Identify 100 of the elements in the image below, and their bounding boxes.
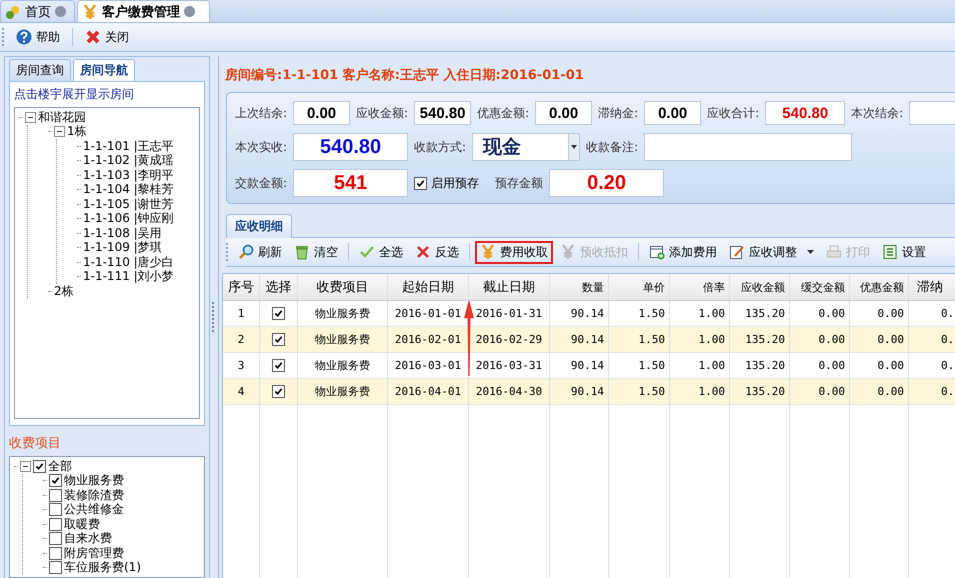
table-cell: 0.00 bbox=[878, 385, 904, 398]
expander-icon[interactable] bbox=[54, 126, 65, 138]
amount-field[interactable]: 540.80 bbox=[765, 101, 846, 125]
yen-icon bbox=[82, 4, 98, 20]
checkbox[interactable] bbox=[49, 561, 62, 574]
toolbar-button[interactable]: 添加费用 bbox=[644, 240, 722, 264]
remark-field[interactable] bbox=[644, 133, 852, 161]
tree-item[interactable]: 1栋 bbox=[67, 123, 87, 140]
tree-item[interactable]: 附房管理费 bbox=[64, 544, 124, 562]
table-cell: 物业服务费 bbox=[315, 358, 370, 373]
tree-item[interactable]: 1-1-105 |谢世芳 bbox=[83, 196, 174, 213]
payment-method-dropdown[interactable]: 现金 bbox=[472, 133, 580, 161]
toolbar-button[interactable]: 全选 bbox=[354, 240, 408, 264]
toolbar-button[interactable]: 应收调整 bbox=[724, 240, 819, 264]
expander-icon[interactable] bbox=[20, 460, 31, 472]
amount-field[interactable]: 540.80 bbox=[414, 101, 472, 125]
trash-icon bbox=[294, 244, 310, 260]
checkbox[interactable] bbox=[49, 518, 62, 531]
table-cell: 90.14 bbox=[570, 307, 604, 320]
field-label: 应收合计: bbox=[707, 104, 760, 122]
amount-field[interactable]: 541 bbox=[293, 169, 408, 197]
column-header[interactable]: 倍率 bbox=[670, 274, 730, 300]
tree-item[interactable]: 2栋 bbox=[54, 282, 74, 300]
toolbar-button[interactable]: 帮助 bbox=[11, 26, 65, 48]
tree-item[interactable]: 1-1-106 |钟应刚 bbox=[83, 210, 174, 228]
column-header[interactable]: 序号 bbox=[223, 274, 260, 300]
hint-text: 点击楼宇展开显示房间 bbox=[14, 86, 135, 103]
amount-field[interactable]: 0.20 bbox=[549, 169, 664, 197]
table-cell: 90.14 bbox=[570, 385, 604, 398]
tree-item[interactable]: 车位服务费(1) bbox=[64, 559, 141, 576]
table-cell: 2016-01-01 bbox=[394, 307, 462, 320]
amount-field[interactable]: 540.80 bbox=[293, 133, 408, 161]
field-label: 优惠金额: bbox=[477, 104, 530, 122]
toolbar-button[interactable]: 费用收取 bbox=[475, 240, 553, 264]
tree-item[interactable]: 1-1-102 |黄成瑶 bbox=[83, 152, 174, 170]
table-cell: 4 bbox=[238, 385, 244, 398]
field-label: 预存金额 bbox=[495, 174, 544, 192]
column-header[interactable]: 单价 bbox=[609, 274, 670, 300]
document-tab[interactable]: 首页 bbox=[0, 0, 75, 22]
column-header[interactable]: 应收金额 bbox=[730, 274, 790, 300]
checkbox[interactable] bbox=[272, 385, 285, 398]
checkbox[interactable] bbox=[49, 488, 62, 502]
tree-item[interactable]: 全部 bbox=[48, 458, 72, 475]
expander-icon[interactable] bbox=[25, 112, 36, 123]
table-cell: 1.00 bbox=[698, 333, 725, 346]
amount-field[interactable]: 0.00 bbox=[535, 101, 592, 125]
checkbox[interactable] bbox=[49, 546, 62, 560]
table-cell: 0. bbox=[941, 385, 954, 398]
checkbox[interactable] bbox=[33, 460, 46, 473]
toolbar-button[interactable]: 设置 bbox=[877, 240, 931, 264]
checkbox[interactable] bbox=[49, 503, 62, 516]
splitter-handle[interactable] bbox=[212, 302, 216, 332]
column-header[interactable]: 收费项目 bbox=[298, 274, 388, 300]
column-header[interactable]: 数量 bbox=[550, 274, 609, 300]
tree-item[interactable]: 1-1-101 |王志平 bbox=[83, 138, 174, 155]
tree-item[interactable]: 1-1-104 |黎桂芳 bbox=[83, 181, 174, 198]
toolbar-button[interactable]: 关闭 bbox=[80, 26, 134, 48]
panel-tab[interactable]: 房间导航 bbox=[73, 59, 135, 81]
column-header[interactable]: 起始日期 bbox=[388, 274, 469, 300]
field-label: 本次结余: bbox=[851, 104, 904, 122]
tree-item[interactable]: 1-1-110 |唐少白 bbox=[83, 254, 174, 271]
tree-item[interactable]: 物业服务费 bbox=[64, 472, 124, 490]
tree-item[interactable]: 公共维修金 bbox=[64, 501, 124, 518]
checkbox[interactable] bbox=[49, 474, 62, 488]
tree-item[interactable]: 1-1-103 |李明平 bbox=[83, 166, 174, 184]
amount-field[interactable]: 0.00 bbox=[644, 101, 702, 125]
tree-item[interactable]: 自来水费 bbox=[64, 530, 112, 548]
toolbar-button[interactable]: 清空 bbox=[289, 240, 343, 264]
table-cell: 0.00 bbox=[878, 333, 904, 346]
field-label: 上次结余: bbox=[235, 104, 288, 122]
checkbox[interactable] bbox=[49, 532, 62, 546]
checkbox[interactable] bbox=[272, 359, 285, 372]
amount-field[interactable] bbox=[909, 101, 955, 125]
amount-field[interactable]: 0.00 bbox=[293, 101, 350, 125]
column-header[interactable]: 缓交金额 bbox=[790, 274, 850, 300]
toolbar-button[interactable]: 反选 bbox=[410, 240, 464, 264]
tree-item[interactable]: 取暖费 bbox=[64, 516, 100, 533]
tree-item[interactable]: 1-1-108 |吴用 bbox=[83, 224, 162, 242]
table-cell: 135.20 bbox=[745, 333, 785, 346]
checkbox[interactable] bbox=[414, 176, 428, 190]
checkbox[interactable] bbox=[272, 333, 285, 346]
table-cell: 135.20 bbox=[745, 359, 785, 372]
column-header[interactable]: 优惠金额 bbox=[850, 274, 909, 300]
yen-icon bbox=[560, 244, 576, 260]
tree-item[interactable]: 和谐花园 bbox=[38, 108, 86, 126]
table-cell: 1.50 bbox=[638, 333, 665, 346]
column-header[interactable]: 滞纳 bbox=[909, 274, 955, 300]
table-cell: 2016-02-29 bbox=[476, 333, 542, 346]
column-header[interactable]: 截止日期 bbox=[469, 274, 550, 300]
tree-item[interactable]: 1-1-109 |梦琪 bbox=[83, 239, 162, 256]
panel-tab[interactable]: 房间查询 bbox=[9, 59, 71, 81]
document-tab[interactable]: 客户缴费管理 bbox=[77, 0, 210, 22]
table-cell: 0.00 bbox=[878, 307, 904, 320]
tree-item[interactable]: 装修除渣费 bbox=[64, 486, 124, 504]
table-cell: 1 bbox=[238, 307, 244, 320]
column-header[interactable]: 选择 bbox=[260, 274, 298, 300]
section-tab[interactable]: 应收明细 bbox=[226, 214, 292, 238]
toolbar-button[interactable]: 刷新 bbox=[233, 240, 287, 264]
checkbox[interactable] bbox=[272, 307, 285, 320]
tree-item[interactable]: 1-1-111 |刘小梦 bbox=[83, 268, 174, 286]
